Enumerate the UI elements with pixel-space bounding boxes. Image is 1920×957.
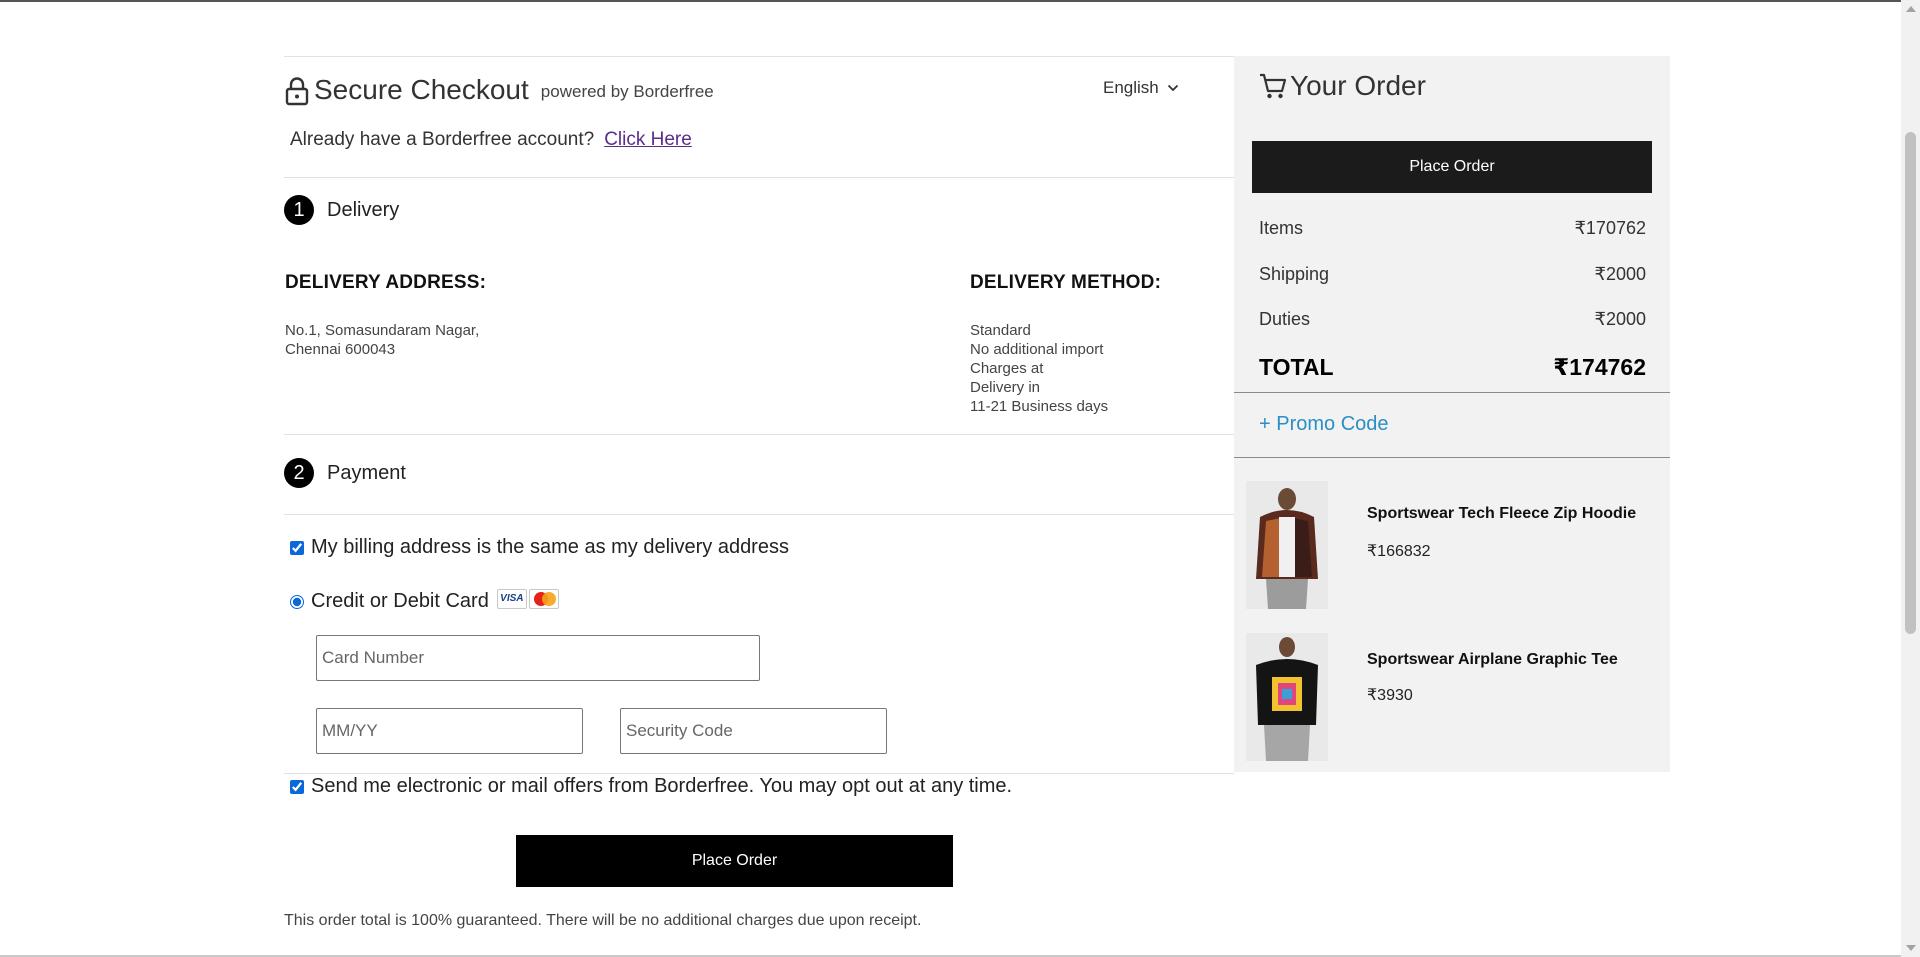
- delivery-address: No.1, Somasundaram Nagar, Chennai 600043: [285, 321, 479, 359]
- account-prompt: Already have a Borderfree account? Click …: [290, 129, 692, 151]
- billing-same-label: My billing address is the same as my del…: [311, 536, 789, 558]
- scroll-down-arrow-icon[interactable]: [1906, 945, 1916, 951]
- method-line: Charges at: [970, 360, 1044, 377]
- security-code-input[interactable]: [620, 708, 887, 754]
- vertical-scrollbar[interactable]: [1901, 0, 1920, 957]
- divider: [1234, 392, 1670, 393]
- divider: [284, 773, 1234, 774]
- summary-row-shipping: Shipping ₹2000: [1259, 264, 1646, 285]
- language-label: English: [1103, 78, 1159, 97]
- method-line: No additional import: [970, 341, 1104, 358]
- product-image-hoodie[interactable]: [1246, 481, 1328, 609]
- page-title: Secure Checkout: [314, 74, 529, 105]
- delivery-step-header: 1 Delivery: [284, 195, 399, 225]
- card-number-input[interactable]: [316, 635, 760, 681]
- summary-label: Shipping: [1259, 264, 1330, 284]
- language-selector[interactable]: English: [1103, 78, 1179, 98]
- summary-label: Items: [1259, 218, 1304, 238]
- summary-label: Duties: [1259, 309, 1311, 329]
- expiry-input[interactable]: [316, 708, 583, 754]
- account-prompt-text: Already have a Borderfree account?: [290, 129, 595, 150]
- divider: [284, 514, 1234, 515]
- summary-row-total: TOTAL ₹174762: [1259, 354, 1646, 381]
- delivery-method-heading: DELIVERY METHOD:: [970, 272, 1162, 293]
- visa-icon: VISA: [496, 588, 527, 609]
- offers-label: Send me electronic or mail offers from B…: [311, 775, 1013, 797]
- checkout-header: Secure Checkout powered by Borderfree: [284, 70, 714, 106]
- order-title: Your Order: [1290, 70, 1426, 101]
- order-summary-panel: Your Order Place Order Items ₹170762 Shi…: [1234, 56, 1670, 772]
- order-item: Sportswear Tech Fleece Zip Hoodie ₹16683…: [1246, 481, 1666, 609]
- chevron-down-icon: [1167, 84, 1178, 92]
- total-value: ₹174762: [1553, 354, 1646, 380]
- summary-row-duties: Duties ₹2000: [1259, 309, 1646, 330]
- item-price: ₹166832: [1367, 543, 1431, 560]
- step-number-badge: 2: [284, 458, 314, 488]
- delivery-method: Standard No additional import Charges at…: [970, 321, 1108, 416]
- lock-icon: [285, 77, 309, 106]
- checkout-page: Secure Checkout powered by Borderfree En…: [0, 0, 1901, 957]
- address-line: Chennai 600043: [285, 341, 396, 358]
- method-line: Delivery in: [970, 379, 1041, 396]
- method-line: 11-21 Business days: [970, 398, 1109, 415]
- payment-step-header: 2 Payment: [284, 458, 406, 488]
- shopping-cart-icon: [1260, 73, 1287, 99]
- step-label: Delivery: [327, 198, 400, 221]
- card-brands: VISA: [496, 588, 559, 609]
- summary-row-items: Items ₹170762: [1259, 218, 1646, 239]
- card-payment-label: Credit or Debit Card: [311, 590, 489, 612]
- divider: [1234, 457, 1670, 458]
- summary-value: ₹2000: [1594, 309, 1647, 329]
- card-payment-radio[interactable]: [290, 594, 304, 609]
- address-line: No.1, Somasundaram Nagar,: [285, 322, 480, 339]
- billing-same-option[interactable]: My billing address is the same as my del…: [290, 536, 789, 559]
- divider: [284, 177, 1234, 178]
- delivery-address-heading: DELIVERY ADDRESS:: [285, 272, 487, 293]
- order-summary-header: Your Order: [1258, 70, 1426, 102]
- method-line: Standard: [970, 322, 1031, 339]
- scroll-up-arrow-icon[interactable]: [1906, 6, 1916, 12]
- promo-code-link[interactable]: + Promo Code: [1259, 413, 1389, 436]
- place-order-button[interactable]: Place Order: [1252, 141, 1652, 193]
- offers-checkbox[interactable]: [290, 779, 304, 794]
- billing-same-checkbox[interactable]: [290, 540, 304, 555]
- account-login-link[interactable]: Click Here: [604, 129, 692, 150]
- order-item: Sportswear Airplane Graphic Tee ₹3930: [1246, 633, 1666, 761]
- guarantee-text: This order total is 100% guaranteed. The…: [284, 912, 922, 929]
- place-order-button[interactable]: Place Order: [516, 835, 953, 887]
- scrollbar-thumb[interactable]: [1905, 132, 1916, 634]
- step-label: Payment: [327, 461, 406, 484]
- item-price: ₹3930: [1367, 687, 1413, 704]
- offers-option[interactable]: Send me electronic or mail offers from B…: [290, 775, 1012, 798]
- product-image-tee[interactable]: [1246, 633, 1328, 761]
- divider: [284, 434, 1234, 435]
- step-number-badge: 1: [284, 195, 314, 225]
- summary-value: ₹2000: [1594, 264, 1647, 284]
- card-payment-option[interactable]: Credit or Debit Card VISA: [290, 588, 559, 613]
- summary-value: ₹170762: [1574, 218, 1646, 238]
- mastercard-icon: [528, 588, 559, 609]
- total-label: TOTAL: [1259, 354, 1334, 380]
- item-name: Sportswear Airplane Graphic Tee: [1367, 651, 1618, 668]
- divider: [284, 56, 1234, 57]
- powered-by-text: powered by Borderfree: [540, 82, 714, 101]
- item-name: Sportswear Tech Fleece Zip Hoodie: [1367, 505, 1637, 522]
